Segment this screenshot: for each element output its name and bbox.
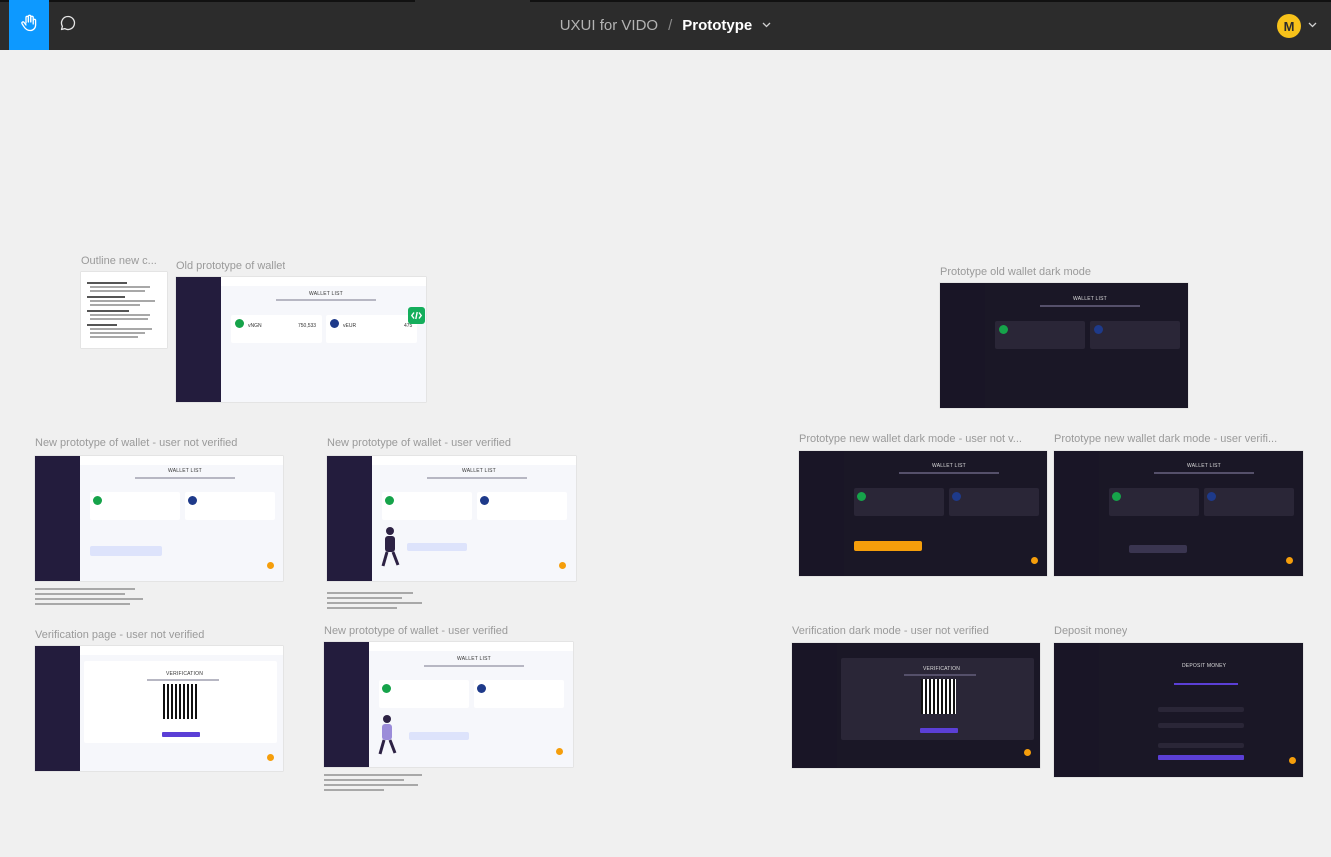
project-name[interactable]: UXUI for VIDO [560, 17, 658, 34]
avatar[interactable]: M [1277, 14, 1301, 38]
chevron-down-icon[interactable] [1305, 18, 1319, 32]
frame-old-dark[interactable]: WALLET LIST [940, 283, 1188, 408]
frame-new-verified[interactable]: WALLET LIST [327, 456, 576, 581]
frame-label-outline[interactable]: Outline new c... [81, 255, 163, 267]
loading-bar-right [530, 0, 1331, 2]
frame-verification-dark[interactable]: VERIFICATION [792, 643, 1040, 768]
frame-label-old-dark[interactable]: Prototype old wallet dark mode [940, 266, 1091, 278]
top-toolbar: UXUI for VIDO / Prototype M [0, 0, 1331, 50]
frame-new-dark-verified[interactable]: WALLET LIST [1054, 451, 1303, 576]
illustration-person [379, 526, 401, 570]
comment-icon [59, 14, 77, 37]
frame-deposit[interactable]: DEPOSIT MONEY [1054, 643, 1303, 777]
frame-old-prototype[interactable]: WALLET LIST vNGN 750,533 vEUR 475 [176, 277, 426, 402]
frame-new-not-verified[interactable]: WALLET LIST [35, 456, 283, 581]
canvas[interactable]: Outline new c... Old prototype of wallet… [0, 50, 1331, 857]
breadcrumb-separator: / [668, 16, 673, 34]
document-breadcrumb: UXUI for VIDO / Prototype [0, 0, 1331, 50]
frame-label-new-verified[interactable]: New prototype of wallet - user verified [327, 437, 511, 449]
wallet-title: WALLET LIST [309, 291, 343, 297]
code-icon [410, 307, 423, 325]
frame-new-verified-2[interactable]: WALLET LIST [324, 642, 573, 767]
dev-mode-code-badge[interactable] [408, 307, 425, 324]
chevron-down-icon[interactable] [762, 20, 771, 31]
frame-label-old-prototype[interactable]: Old prototype of wallet [176, 260, 285, 272]
page-name[interactable]: Prototype [682, 17, 752, 34]
comment-tool-button[interactable] [48, 0, 88, 50]
frame-label-deposit[interactable]: Deposit money [1054, 625, 1127, 637]
frame-label-new-verified-2[interactable]: New prototype of wallet - user verified [324, 625, 508, 637]
frame-verification[interactable]: VERIFICATION [35, 646, 283, 771]
hand-icon [19, 13, 39, 38]
frame-label-new-not-verified[interactable]: New prototype of wallet - user not verif… [35, 437, 237, 449]
frame-label-verification-dark[interactable]: Verification dark mode - user not verifi… [792, 625, 989, 637]
frame-new-dark-not-verified[interactable]: WALLET LIST [799, 451, 1047, 576]
hand-tool-button[interactable] [9, 0, 49, 50]
frame-label-new-dark-verified[interactable]: Prototype new wallet dark mode - user ve… [1054, 433, 1277, 445]
frame-label-verification[interactable]: Verification page - user not verified [35, 629, 204, 641]
illustration-person [376, 714, 398, 758]
frame-label-new-dark-not-verified[interactable]: Prototype new wallet dark mode - user no… [799, 433, 1022, 445]
frame-outline[interactable] [81, 272, 167, 348]
